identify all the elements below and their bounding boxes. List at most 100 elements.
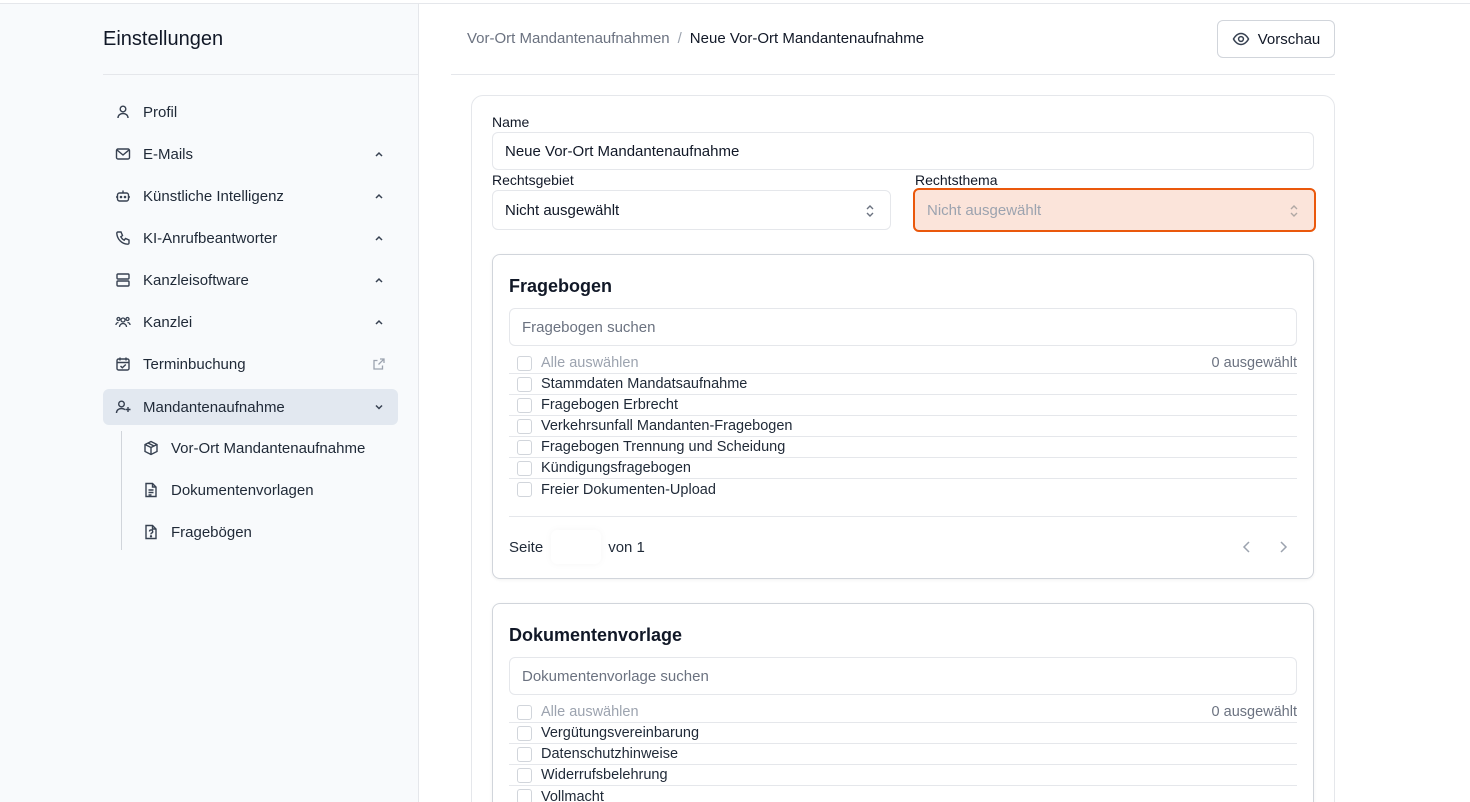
sidebar-subitem-label: Dokumentenvorlagen xyxy=(171,481,314,499)
breadcrumb-parent-link[interactable]: Vor-Ort Mandantenaufnahmen xyxy=(467,30,670,47)
sidebar-item-label: Künstliche Intelligenz xyxy=(143,187,284,205)
chevron-up-icon xyxy=(372,315,386,329)
item-checkbox[interactable] xyxy=(517,376,532,392)
item-label: Vollmacht xyxy=(541,788,604,802)
chevrons-up-down-icon xyxy=(864,203,876,219)
fragebogen-title: Fragebogen xyxy=(509,276,613,296)
chevron-up-icon xyxy=(372,231,386,245)
pager-divider xyxy=(509,516,1297,517)
sidebar-title: Einstellungen xyxy=(103,28,224,50)
chevron-right-icon[interactable] xyxy=(1275,539,1291,555)
list-item[interactable]: Datenschutzhinweise xyxy=(509,744,1297,765)
phone-icon xyxy=(115,230,131,246)
sidebar-subitem-label: Fragebögen xyxy=(171,523,252,541)
bot-icon xyxy=(115,188,131,204)
sidebar-item-ki-anrufbeantworter[interactable]: KI-Anrufbeantworter xyxy=(103,220,398,256)
sidebar-item-kanzlei[interactable]: Kanzlei xyxy=(103,304,398,340)
dokumentenvorlage-section: Dokumentenvorlage Dokumentenvorlage such… xyxy=(492,603,1314,802)
sidebar-item-label: E-Mails xyxy=(143,145,194,163)
list-item[interactable]: Kündigungsfragebogen xyxy=(509,458,1297,479)
item-label: Stammdaten Mandatsaufnahme xyxy=(541,376,748,392)
chevron-up-icon xyxy=(372,273,386,287)
rechtsthema-label: Rechtsthema xyxy=(915,172,998,188)
list-item[interactable]: Fragebogen Trennung und Scheidung xyxy=(509,437,1297,458)
list-item[interactable]: Vollmacht xyxy=(509,786,1297,802)
sidebar-subitem-frageboegen[interactable]: Fragebögen xyxy=(132,514,392,550)
breadcrumb-separator: / xyxy=(677,30,682,47)
rechtsthema-value: Nicht ausgewählt xyxy=(927,201,1042,219)
package-icon xyxy=(143,440,159,456)
page-number-input[interactable] xyxy=(551,530,602,564)
chevron-up-icon xyxy=(372,147,386,161)
item-label: Fragebogen Erbrecht xyxy=(541,397,679,413)
item-checkbox[interactable] xyxy=(517,482,532,497)
sidebar-subitem-label: Vor-Ort Mandantenaufnahme xyxy=(171,439,366,457)
item-label: Vergütungsvereinbarung xyxy=(541,725,700,741)
select-all-label: Alle auswählen xyxy=(541,704,639,720)
rechtsthema-select[interactable]: Nicht ausgewählt xyxy=(913,188,1316,232)
item-checkbox[interactable] xyxy=(517,397,532,413)
rechtsgebiet-select[interactable]: Nicht ausgewählt xyxy=(492,190,891,230)
name-input[interactable]: Neue Vor-Ort Mandantenaufnahme xyxy=(492,132,1314,170)
breadcrumb-current: Neue Vor-Ort Mandantenaufnahme xyxy=(689,30,925,47)
rechtsgebiet-label: Rechtsgebiet xyxy=(492,172,574,188)
sidebar-item-terminbuchung[interactable]: Terminbuchung xyxy=(103,346,398,382)
item-checkbox[interactable] xyxy=(517,418,532,434)
users-icon xyxy=(115,314,131,330)
list-item[interactable]: Widerrufsbelehrung xyxy=(509,765,1297,786)
list-item[interactable]: Fragebogen Erbrecht xyxy=(509,395,1297,416)
sidebar-item-label: KI-Anrufbeantworter xyxy=(143,229,278,247)
select-all-checkbox[interactable] xyxy=(517,355,532,371)
user-plus-icon xyxy=(115,399,131,415)
sidebar-item-label: Mandantenaufnahme xyxy=(143,398,285,416)
list-item[interactable]: Verkehrsunfall Mandanten-Fragebogen xyxy=(509,416,1297,437)
calendar-check-icon xyxy=(115,356,131,372)
fragebogen-search-input[interactable]: Fragebogen suchen xyxy=(509,308,1297,346)
item-checkbox[interactable] xyxy=(517,460,532,476)
item-label: Datenschutzhinweise xyxy=(541,746,679,762)
chevrons-up-down-icon xyxy=(1288,203,1300,219)
select-all-label: Alle auswählen xyxy=(541,355,639,371)
item-label: Kündigungsfragebogen xyxy=(541,460,691,476)
item-checkbox[interactable] xyxy=(517,725,532,741)
user-icon xyxy=(115,104,131,120)
list-item[interactable]: Stammdaten Mandatsaufnahme xyxy=(509,374,1297,395)
chevron-down-icon xyxy=(372,400,386,414)
eye-icon xyxy=(1232,30,1250,48)
mail-icon xyxy=(115,146,131,162)
external-link-icon xyxy=(372,357,386,371)
sidebar-item-label: Profil xyxy=(143,103,178,121)
list-item[interactable]: Freier Dokumenten-Upload xyxy=(509,479,1297,500)
sidebar-item-emails[interactable]: E-Mails xyxy=(103,136,398,172)
item-label: Widerrufsbelehrung xyxy=(541,767,668,783)
item-checkbox[interactable] xyxy=(517,746,532,762)
list-item[interactable]: Vergütungsvereinbarung xyxy=(509,723,1297,744)
fragebogen-select-all-row: Alle auswählen 0 ausgewählt xyxy=(509,353,1297,374)
selected-count: 0 ausgewählt xyxy=(1211,355,1297,371)
item-checkbox[interactable] xyxy=(517,789,532,802)
sidebar-item-kuenstliche-intelligenz[interactable]: Künstliche Intelligenz xyxy=(103,178,398,214)
rechtsgebiet-value: Nicht ausgewählt xyxy=(505,201,620,219)
file-question-icon xyxy=(143,524,159,540)
chevron-left-icon[interactable] xyxy=(1239,539,1255,555)
dokumentenvorlage-search-input[interactable]: Dokumentenvorlage suchen xyxy=(509,657,1297,695)
item-label: Freier Dokumenten-Upload xyxy=(541,481,716,498)
sidebar-item-label: Kanzleisoftware xyxy=(143,271,249,289)
item-checkbox[interactable] xyxy=(517,767,532,783)
sidebar-subitem-vor-ort[interactable]: Vor-Ort Mandantenaufnahme xyxy=(132,430,392,466)
sidebar-divider xyxy=(103,74,418,75)
select-all-checkbox[interactable] xyxy=(517,704,532,720)
preview-button[interactable]: Vorschau xyxy=(1217,20,1335,58)
sidebar-item-profil[interactable]: Profil xyxy=(103,94,398,130)
pagination: Seite von 1 xyxy=(509,530,645,564)
sidebar-subitem-dokumentenvorlagen[interactable]: Dokumentenvorlagen xyxy=(132,472,392,508)
submenu-line xyxy=(121,431,122,550)
breadcrumb: Vor-Ort Mandantenaufnahmen / Neue Vor-Or… xyxy=(467,30,924,47)
item-label: Verkehrsunfall Mandanten-Fragebogen xyxy=(541,418,793,434)
sidebar-item-kanzleisoftware[interactable]: Kanzleisoftware xyxy=(103,262,398,298)
sidebar-item-mandantenaufnahme[interactable]: Mandantenaufnahme xyxy=(103,389,398,425)
page-of-label: von 1 xyxy=(608,538,645,556)
item-label: Fragebogen Trennung und Scheidung xyxy=(541,439,786,455)
preview-button-label: Vorschau xyxy=(1257,30,1321,48)
item-checkbox[interactable] xyxy=(517,439,532,455)
